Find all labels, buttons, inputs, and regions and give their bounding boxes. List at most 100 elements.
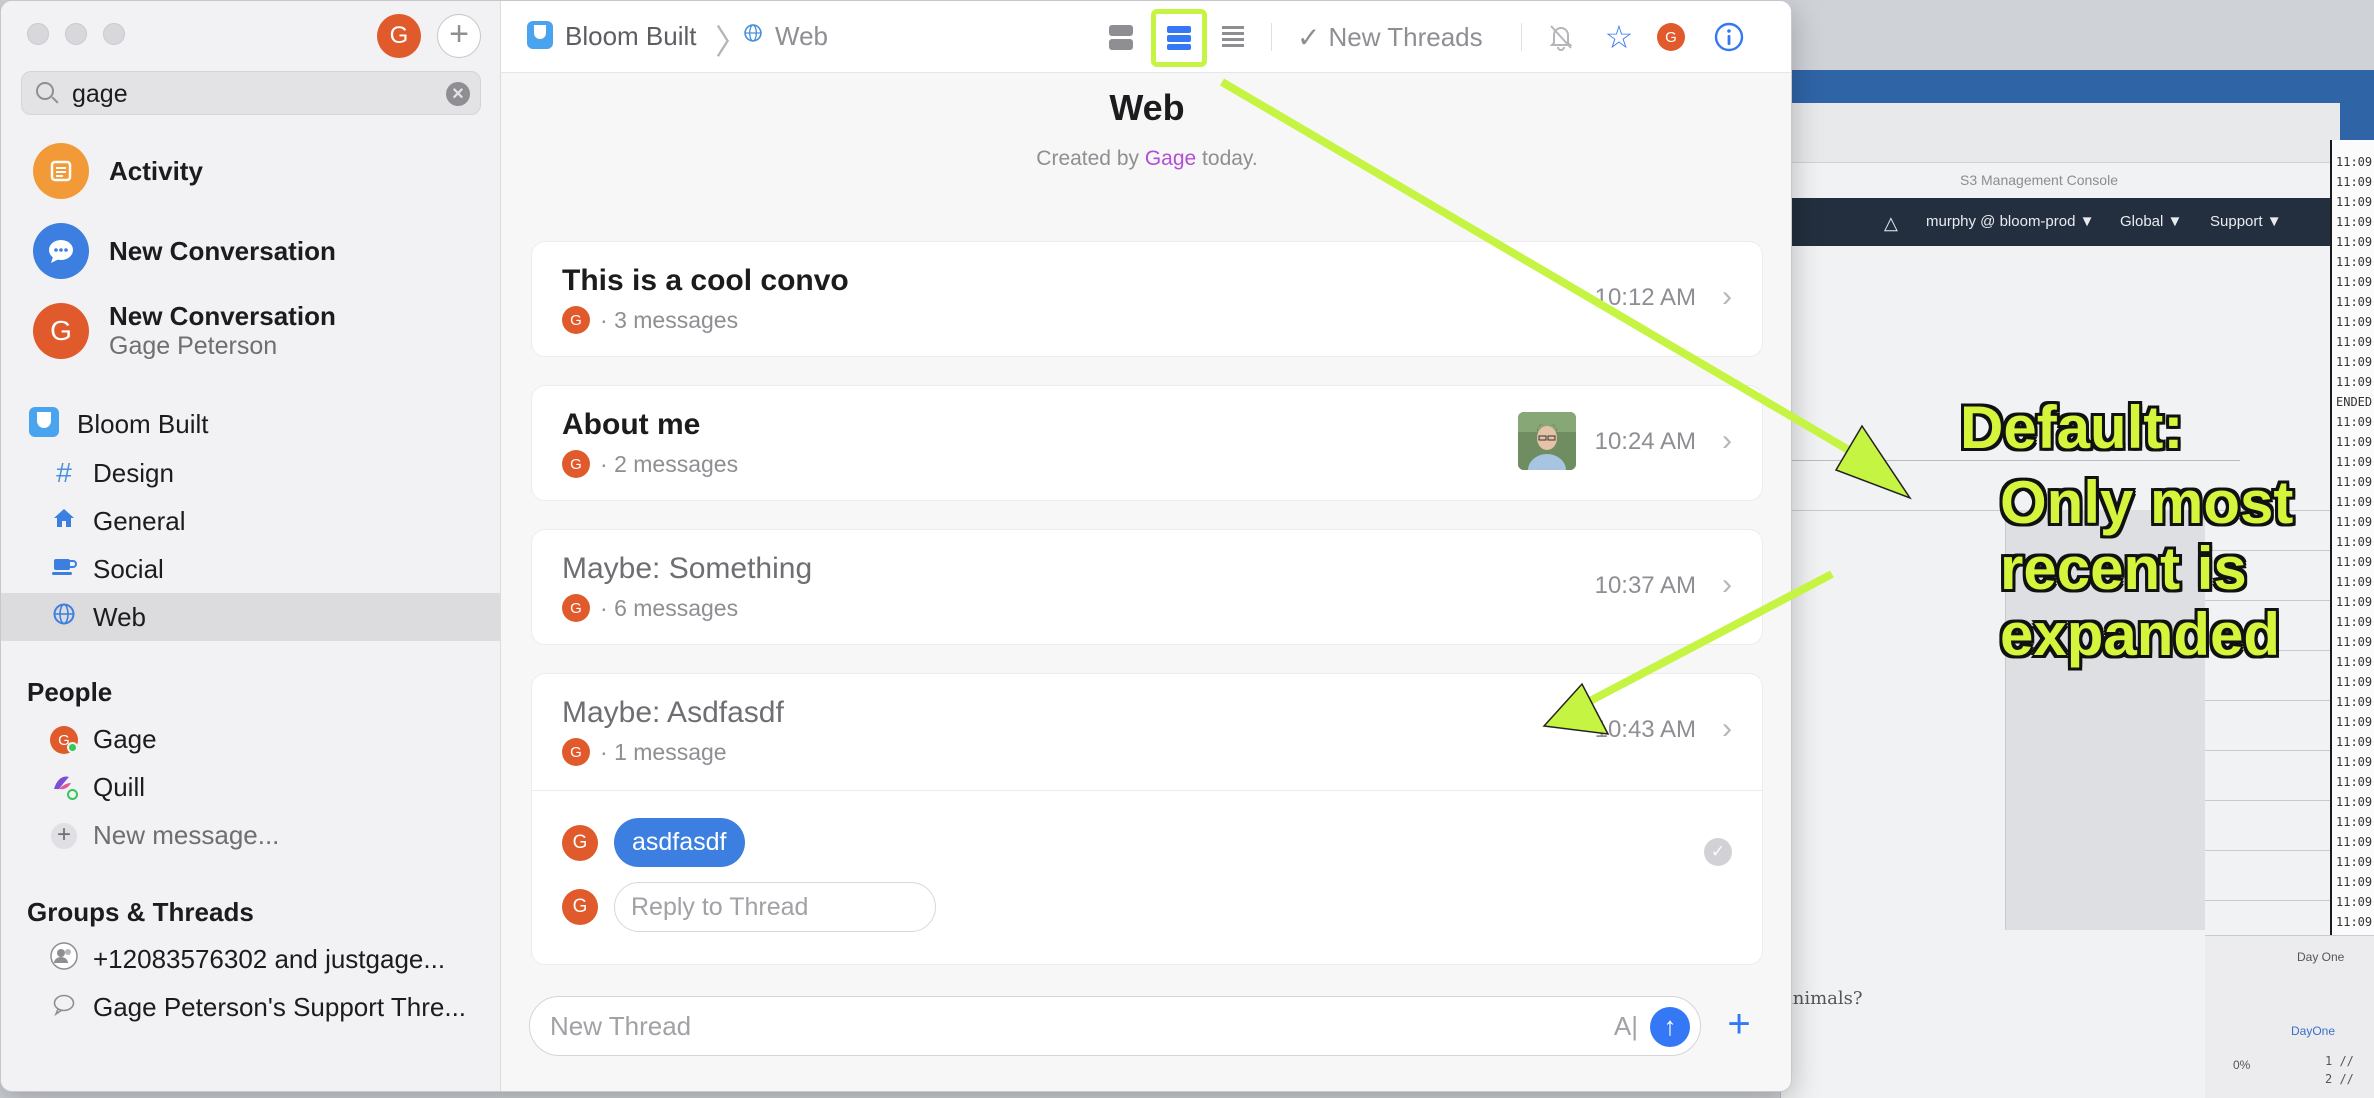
online-indicator <box>67 741 78 753</box>
thread-count: · 3 messages <box>600 306 739 333</box>
message-bubble[interactable]: asdfasdf <box>614 818 745 867</box>
sidebar-item-design[interactable]: # Design <box>1 449 501 497</box>
hash-icon: # <box>56 457 72 488</box>
space-logo-icon <box>29 407 59 437</box>
terminal-line: 11:09 <box>2336 575 2373 589</box>
thread-title: About me <box>562 408 701 441</box>
channel-label: Social <box>93 553 164 584</box>
view-expanded-button[interactable] <box>1151 9 1207 67</box>
group-icon <box>49 941 79 978</box>
breadcrumb-space[interactable]: Bloom Built <box>565 21 697 52</box>
terminal-line: 11:09 <box>2336 275 2373 289</box>
send-button[interactable]: ↑ <box>1650 1007 1690 1047</box>
thread-card[interactable]: This is a cool convo G · 3 messages 10:1… <box>531 241 1763 357</box>
sidebar-item-new-conversation[interactable]: New Conversation <box>1 223 501 279</box>
avatar: G <box>1657 23 1685 51</box>
background-xcode-line: 1 // <box>2325 1054 2354 1068</box>
terminal-line: 11:09 <box>2336 175 2373 189</box>
terminal-line: 11:09 <box>2336 435 2373 449</box>
compose-button[interactable]: + <box>437 14 481 58</box>
search-input[interactable] <box>72 79 452 109</box>
new-thread-input[interactable] <box>550 1009 1550 1043</box>
speech-bubble-icon <box>49 992 79 1023</box>
bell-slash-icon <box>1549 25 1573 51</box>
terminal-line: 11:09 <box>2336 795 2373 809</box>
add-attachment-button[interactable]: + <box>1719 1004 1759 1046</box>
terminal-line: 11:09 <box>2336 515 2373 529</box>
chat-bubble-icon <box>33 223 89 279</box>
background-aws-user: murphy @ bloom-prod ▼ <box>1926 213 2095 230</box>
thread-time: 10:43 AM <box>1594 716 1696 743</box>
terminal-line: 11:09 <box>2336 715 2373 729</box>
format-text-icon[interactable]: A| <box>1614 1011 1638 1042</box>
avatar: G <box>562 594 590 622</box>
terminal-line: 11:09 <box>2336 195 2373 209</box>
space-name[interactable]: Bloom Built <box>77 409 209 440</box>
arrow-up-icon: ↑ <box>1663 1011 1677 1041</box>
group-label: +12083576302 and justgage... <box>93 943 446 974</box>
thread-card-expanded[interactable]: Maybe: Asdfasdf G · 1 message 10:43 AM ›… <box>531 673 1763 965</box>
terminal-line: 11:09 <box>2336 615 2373 629</box>
sidebar-item-thread[interactable]: Gage Peterson's Support Thre... <box>1 983 501 1031</box>
expanded-view-icon <box>1167 26 1191 50</box>
new-threads-label: New Threads <box>1328 21 1483 52</box>
background-aws-support: Support ▼ <box>2210 213 2282 230</box>
info-icon <box>1714 22 1744 52</box>
terminal-line: 11:09 <box>2336 655 2373 669</box>
sidebar-item-web[interactable]: Web <box>1 593 501 641</box>
search-field[interactable]: × <box>21 71 481 115</box>
globe-icon <box>743 23 763 49</box>
avatar: G <box>562 738 590 766</box>
favorite-button[interactable]: ☆ <box>1599 15 1639 59</box>
sidebar-item-new-conversation-gage[interactable]: G New Conversation Gage Peterson <box>1 299 501 363</box>
house-icon <box>49 506 79 537</box>
window-minimize-button[interactable] <box>65 23 87 45</box>
thread-card[interactable]: Maybe: Something G · 6 messages 10:37 AM… <box>531 529 1763 645</box>
breadcrumb-channel[interactable]: Web <box>775 21 828 52</box>
divider <box>532 790 1762 791</box>
channel-label: Web <box>93 601 146 632</box>
thread-count: · 2 messages <box>600 450 739 477</box>
terminal-line: 11:09 <box>2336 495 2373 509</box>
terminal-line: 11:09 <box>2336 335 2373 349</box>
coffee-cup-icon <box>49 554 79 585</box>
window-zoom-button[interactable] <box>103 23 125 45</box>
terminal-line: 11:09 <box>2336 315 2373 329</box>
sidebar-item-activity[interactable]: Activity <box>1 143 501 199</box>
background-bell-icon: △ <box>1884 213 1898 233</box>
sidebar-item-sublabel: Gage Peterson <box>109 332 278 360</box>
thread-time: 10:37 AM <box>1594 572 1696 599</box>
info-button[interactable] <box>1709 15 1749 59</box>
background-aws-navbar: △ murphy @ bloom-prod ▼ Global ▼ Support… <box>1780 198 2340 246</box>
mute-button[interactable] <box>1541 15 1581 59</box>
sidebar-item-person-gage[interactable]: G Gage <box>1 715 501 763</box>
new-message-button[interactable]: + New message... <box>1 811 501 859</box>
chevron-right-icon: › <box>1722 712 1732 745</box>
creator-link[interactable]: Gage <box>1145 147 1196 170</box>
terminal-line: 11:09 <box>2336 695 2373 709</box>
profile-avatar[interactable]: G <box>377 14 421 58</box>
chevron-right-icon: › <box>1722 568 1732 601</box>
terminal-line: 11:09 <box>2336 295 2373 309</box>
view-compact-button[interactable] <box>1213 15 1253 59</box>
compact-view-icon <box>1222 26 1244 47</box>
terminal-line: 11:09 <box>2336 555 2373 569</box>
terminal-line: 11:09 <box>2336 255 2373 269</box>
view-cards-button[interactable] <box>1101 15 1141 59</box>
thread-card[interactable]: About me G · 2 messages 10:24 AM › <box>531 385 1763 501</box>
window-close-button[interactable] <box>27 23 49 45</box>
new-threads-button[interactable]: ✓ New Threads <box>1297 15 1507 59</box>
person-avatar: G <box>49 724 79 755</box>
members-button[interactable]: G <box>1651 15 1691 59</box>
background-aws-title: S3 Management Console <box>1960 172 2118 188</box>
reply-input[interactable] <box>614 882 936 932</box>
terminal-line: 11:09 <box>2336 155 2373 169</box>
clear-search-icon[interactable]: × <box>446 82 470 106</box>
sidebar-item-person-quill[interactable]: Quill <box>1 763 501 811</box>
quill-icon <box>49 771 79 804</box>
terminal-line: 11:09 <box>2336 215 2373 229</box>
sidebar-item-general[interactable]: General <box>1 497 501 545</box>
sidebar-item-group[interactable]: +12083576302 and justgage... <box>1 935 501 983</box>
avatar: G <box>562 306 590 334</box>
sidebar-item-social[interactable]: Social <box>1 545 501 593</box>
